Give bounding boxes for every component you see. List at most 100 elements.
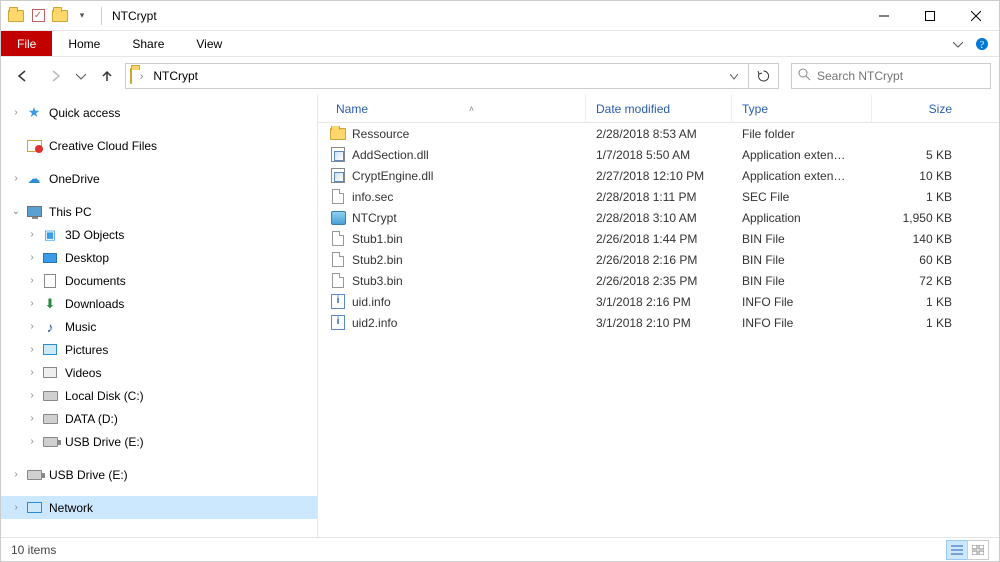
tree-item[interactable]: ›Documents xyxy=(1,269,317,292)
navigation-pane[interactable]: › ★ Quick access › Creative Cloud Files … xyxy=(1,95,317,537)
file-size: 60 KB xyxy=(872,253,962,267)
file-tab[interactable]: File xyxy=(1,31,52,56)
chevron-right-icon[interactable]: › xyxy=(25,321,39,332)
qat-dropdown-icon[interactable]: ▾ xyxy=(73,7,91,25)
details-view-button[interactable] xyxy=(946,540,968,560)
desktop-icon xyxy=(41,249,59,267)
tree-item-label: DATA (D:) xyxy=(65,412,118,426)
home-tab[interactable]: Home xyxy=(52,31,116,56)
column-header-date[interactable]: Date modified xyxy=(586,95,732,122)
file-size: 72 KB xyxy=(872,274,962,288)
tree-item[interactable]: ›⬇Downloads xyxy=(1,292,317,315)
thumbnails-view-button[interactable] xyxy=(967,540,989,560)
tree-item[interactable]: › Local Disk (C:) xyxy=(1,384,317,407)
view-tab[interactable]: View xyxy=(180,31,238,56)
chevron-right-icon[interactable]: › xyxy=(25,344,39,355)
tree-item-label: Local Disk (C:) xyxy=(65,389,144,403)
file-row[interactable]: AddSection.dll1/7/2018 5:50 AMApplicatio… xyxy=(318,144,999,165)
column-header-size[interactable]: Size xyxy=(872,95,962,122)
chevron-right-icon[interactable]: › xyxy=(9,469,23,480)
file-icon xyxy=(330,252,346,268)
chevron-down-icon[interactable]: ⌄ xyxy=(9,206,23,217)
tree-item[interactable]: ›♪Music xyxy=(1,315,317,338)
properties-icon[interactable]: ✓ xyxy=(29,7,47,25)
tree-item-label: Quick access xyxy=(49,106,120,120)
file-name: Stub2.bin xyxy=(352,253,403,267)
tree-item[interactable]: ›USB Drive (E:) xyxy=(1,430,317,453)
help-button[interactable]: ? xyxy=(971,31,993,56)
file-row[interactable]: uid2.info3/1/2018 2:10 PMINFO File1 KB xyxy=(318,312,999,333)
share-tab[interactable]: Share xyxy=(116,31,180,56)
file-date: 2/27/2018 12:10 PM xyxy=(586,169,732,183)
tree-item[interactable]: ›Desktop xyxy=(1,246,317,269)
file-row[interactable]: uid.info3/1/2018 2:16 PMINFO File1 KB xyxy=(318,291,999,312)
chevron-right-icon[interactable]: › xyxy=(25,298,39,309)
usb-icon xyxy=(41,433,59,451)
file-list[interactable]: Ressource2/28/2018 8:53 AMFile folderAdd… xyxy=(318,123,999,537)
creative-cloud-tree-item[interactable]: › Creative Cloud Files xyxy=(1,134,317,157)
file-row[interactable]: Ressource2/28/2018 8:53 AMFile folder xyxy=(318,123,999,144)
chevron-right-icon[interactable]: › xyxy=(25,436,39,447)
chevron-right-icon[interactable]: › xyxy=(25,229,39,240)
collapse-ribbon-button[interactable] xyxy=(945,31,971,56)
tree-item[interactable]: ›Videos xyxy=(1,361,317,384)
onedrive-tree-item[interactable]: › ☁ OneDrive xyxy=(1,167,317,190)
chevron-right-icon[interactable]: › xyxy=(136,71,147,82)
folder-icon xyxy=(330,126,346,142)
file-row[interactable]: info.sec2/28/2018 1:11 PMSEC File1 KB xyxy=(318,186,999,207)
breadcrumb[interactable]: NTCrypt xyxy=(151,69,200,83)
chevron-right-icon[interactable]: › xyxy=(9,502,23,513)
file-row[interactable]: NTCrypt2/28/2018 3:10 AMApplication1,950… xyxy=(318,207,999,228)
creative-cloud-icon xyxy=(25,137,43,155)
chevron-right-icon[interactable]: › xyxy=(25,367,39,378)
forward-button[interactable] xyxy=(41,62,69,90)
tree-item-label: OneDrive xyxy=(49,172,100,186)
chevron-right-icon[interactable]: › xyxy=(25,252,39,263)
tree-item[interactable]: ›▣3D Objects xyxy=(1,223,317,246)
doc-icon xyxy=(41,272,59,290)
vid-icon xyxy=(41,364,59,382)
disk-icon xyxy=(41,410,59,428)
close-button[interactable] xyxy=(953,1,999,31)
file-type: File folder xyxy=(732,127,872,141)
search-input[interactable] xyxy=(817,69,984,83)
address-bar[interactable]: › NTCrypt xyxy=(125,63,749,89)
column-header-name[interactable]: Name ˄ xyxy=(318,95,586,122)
back-button[interactable] xyxy=(9,62,37,90)
file-name: NTCrypt xyxy=(352,211,397,225)
recent-locations-button[interactable] xyxy=(73,62,89,90)
file-type: INFO File xyxy=(732,316,872,330)
folder-icon[interactable] xyxy=(51,7,69,25)
usb-drive-tree-item[interactable]: › USB Drive (E:) xyxy=(1,463,317,486)
tree-item-label: This PC xyxy=(49,205,92,219)
file-row[interactable]: CryptEngine.dll2/27/2018 12:10 PMApplica… xyxy=(318,165,999,186)
file-type: Application exten… xyxy=(732,169,872,183)
file-size: 1 KB xyxy=(872,295,962,309)
file-icon xyxy=(330,231,346,247)
this-pc-tree-item[interactable]: ⌄ This PC xyxy=(1,200,317,223)
file-row[interactable]: Stub1.bin2/26/2018 1:44 PMBIN File140 KB xyxy=(318,228,999,249)
chevron-right-icon[interactable]: › xyxy=(25,275,39,286)
chevron-right-icon[interactable]: › xyxy=(9,173,23,184)
up-button[interactable] xyxy=(93,62,121,90)
search-box[interactable] xyxy=(791,63,991,89)
quick-access-tree-item[interactable]: › ★ Quick access xyxy=(1,101,317,124)
address-dropdown-button[interactable] xyxy=(724,69,744,83)
info-icon xyxy=(330,315,346,331)
refresh-button[interactable] xyxy=(749,63,779,89)
chevron-right-icon[interactable]: › xyxy=(25,390,39,401)
chevron-right-icon[interactable]: › xyxy=(25,413,39,424)
chevron-right-icon[interactable]: › xyxy=(9,107,23,118)
file-type: BIN File xyxy=(732,232,872,246)
search-icon xyxy=(798,68,811,84)
navigation-bar: › NTCrypt xyxy=(1,57,999,95)
network-tree-item[interactable]: › Network xyxy=(1,496,317,519)
tree-item[interactable]: › DATA (D:) xyxy=(1,407,317,430)
minimize-button[interactable] xyxy=(861,1,907,31)
maximize-button[interactable] xyxy=(907,1,953,31)
file-row[interactable]: Stub3.bin2/26/2018 2:35 PMBIN File72 KB xyxy=(318,270,999,291)
info-icon xyxy=(330,294,346,310)
tree-item[interactable]: ›Pictures xyxy=(1,338,317,361)
column-header-type[interactable]: Type xyxy=(732,95,872,122)
file-row[interactable]: Stub2.bin2/26/2018 2:16 PMBIN File60 KB xyxy=(318,249,999,270)
